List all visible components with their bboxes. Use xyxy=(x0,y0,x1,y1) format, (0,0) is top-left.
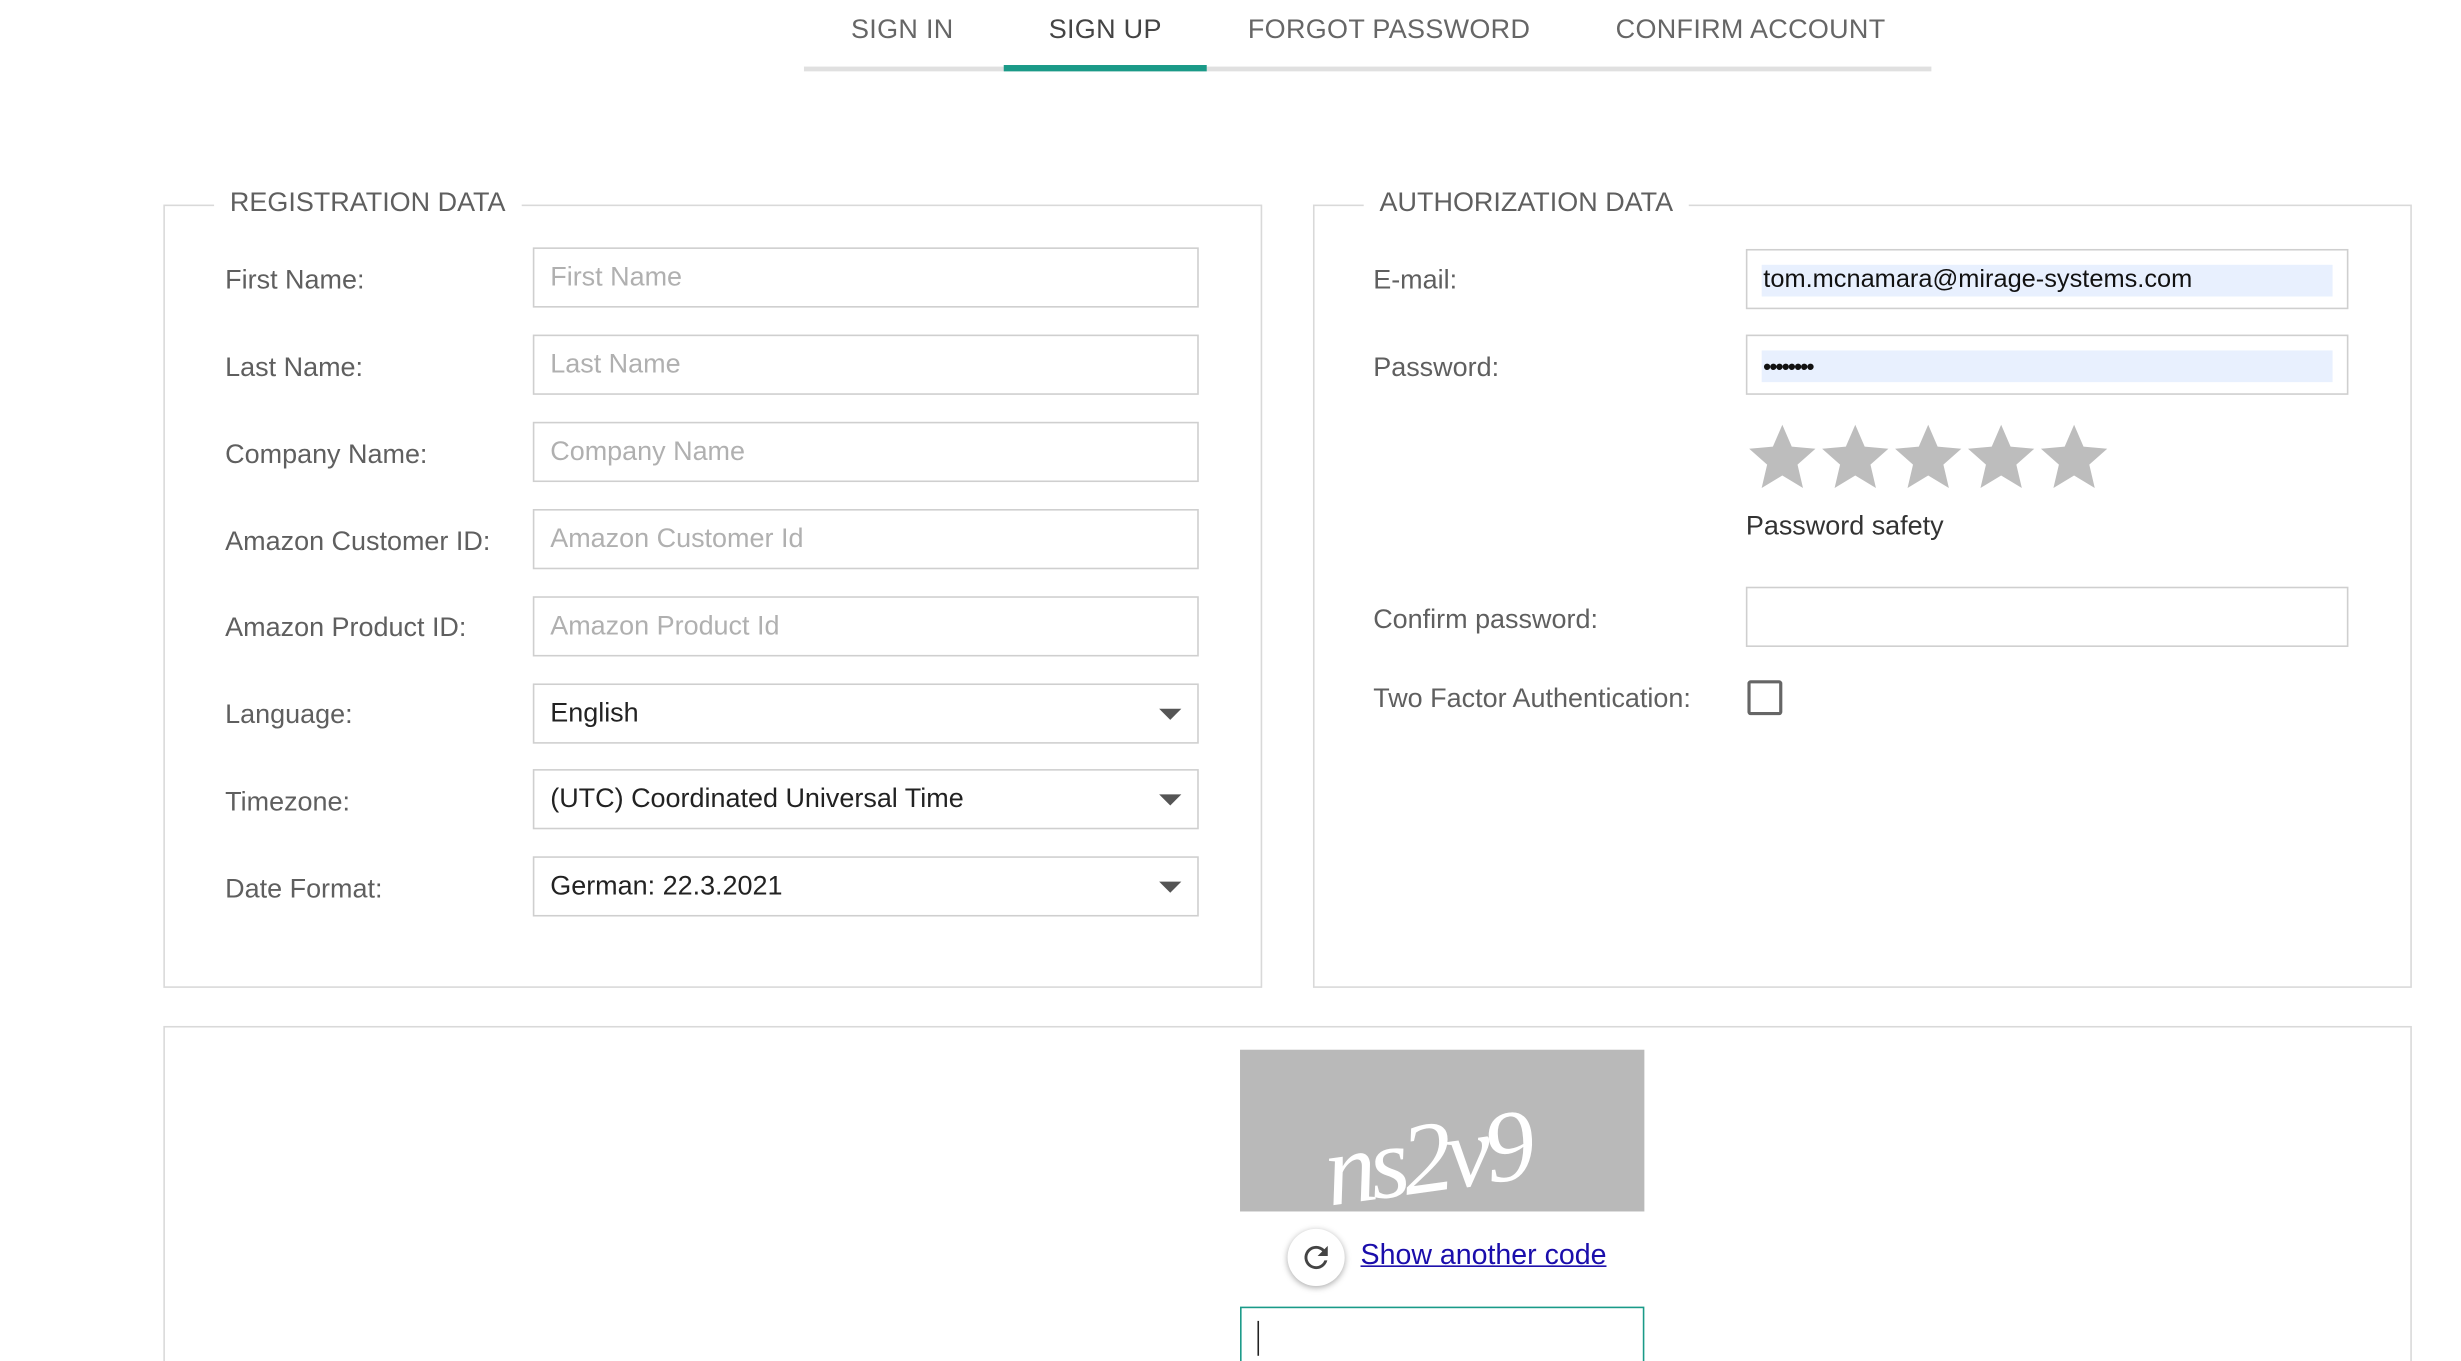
star-icon xyxy=(2038,420,2111,493)
refresh-icon xyxy=(1304,1245,1328,1270)
chevron-down-icon xyxy=(1159,794,1182,806)
email-input[interactable]: tom.mcnamara@mirage-systems.com xyxy=(1745,248,2349,310)
tab-forgot-password[interactable]: FORGOT PASSWORD xyxy=(1232,0,1546,71)
captcha-input[interactable] xyxy=(1240,1306,1645,1361)
chevron-down-icon xyxy=(1159,708,1182,720)
email-value: tom.mcnamara@mirage-systems.com xyxy=(1761,264,2333,297)
refresh-captcha-button[interactable] xyxy=(1287,1228,1345,1287)
two-factor-label: Two Factor Authentication: xyxy=(1373,683,1691,714)
first-name-label: First Name: xyxy=(225,264,365,295)
timezone-select-value: (UTC) Coordinated Universal Time xyxy=(550,783,964,814)
first-name-input[interactable] xyxy=(532,247,1199,308)
password-safety-label: Password safety xyxy=(1745,510,1944,541)
tab-sign-up[interactable]: SIGN UP xyxy=(1004,0,1207,71)
two-factor-checkbox[interactable] xyxy=(1747,680,1783,716)
date-format-select[interactable]: German: 22.3.2021 xyxy=(532,856,1199,917)
language-label: Language: xyxy=(225,699,353,730)
last-name-label: Last Name: xyxy=(225,352,364,383)
amazon-customer-id-label: Amazon Customer ID: xyxy=(225,526,491,557)
active-tab-indicator xyxy=(1003,65,1207,72)
language-select-value: English xyxy=(550,697,639,728)
chevron-down-icon xyxy=(1159,881,1182,893)
amazon-product-id-input[interactable] xyxy=(532,596,1199,657)
star-icon xyxy=(1819,420,1892,493)
password-value: •••••••• xyxy=(1761,350,2333,383)
password-label: Password: xyxy=(1373,352,1500,383)
last-name-input[interactable] xyxy=(532,334,1199,395)
date-format-label: Date Format: xyxy=(225,873,383,904)
company-name-label: Company Name: xyxy=(225,439,428,470)
tab-sign-in[interactable]: SIGN IN xyxy=(804,0,1001,71)
password-input[interactable]: •••••••• xyxy=(1745,334,2349,395)
auth-tabs: SIGN IN SIGN UP FORGOT PASSWORD CONFIRM … xyxy=(803,0,1932,72)
date-format-select-value: German: 22.3.2021 xyxy=(550,870,783,901)
text-cursor xyxy=(1257,1320,1260,1356)
show-another-code-link[interactable]: Show another code xyxy=(1361,1238,1607,1271)
company-name-input[interactable] xyxy=(532,421,1199,483)
star-icon xyxy=(1892,420,1965,493)
language-select[interactable]: English xyxy=(532,683,1199,744)
star-icon xyxy=(1746,420,1819,493)
authorization-data-legend: AUTHORIZATION DATA xyxy=(1363,187,1689,219)
captcha-image: ns2v9 xyxy=(1240,1049,1645,1212)
timezone-label: Timezone: xyxy=(225,786,351,817)
confirm-password-label: Confirm password: xyxy=(1373,604,1598,635)
tab-confirm-account[interactable]: CONFIRM ACCOUNT xyxy=(1592,0,1909,71)
amazon-customer-id-input[interactable] xyxy=(532,509,1199,570)
registration-data-legend: REGISTRATION DATA xyxy=(214,187,522,219)
captcha-code-text: ns2v9 xyxy=(1317,1087,1541,1211)
password-strength-stars xyxy=(1746,420,2111,493)
email-label: E-mail: xyxy=(1373,264,1458,295)
amazon-product-id-label: Amazon Product ID: xyxy=(225,612,467,643)
star-icon xyxy=(1965,420,2038,493)
confirm-password-input[interactable] xyxy=(1745,586,2349,647)
timezone-select[interactable]: (UTC) Coordinated Universal Time xyxy=(532,769,1199,830)
